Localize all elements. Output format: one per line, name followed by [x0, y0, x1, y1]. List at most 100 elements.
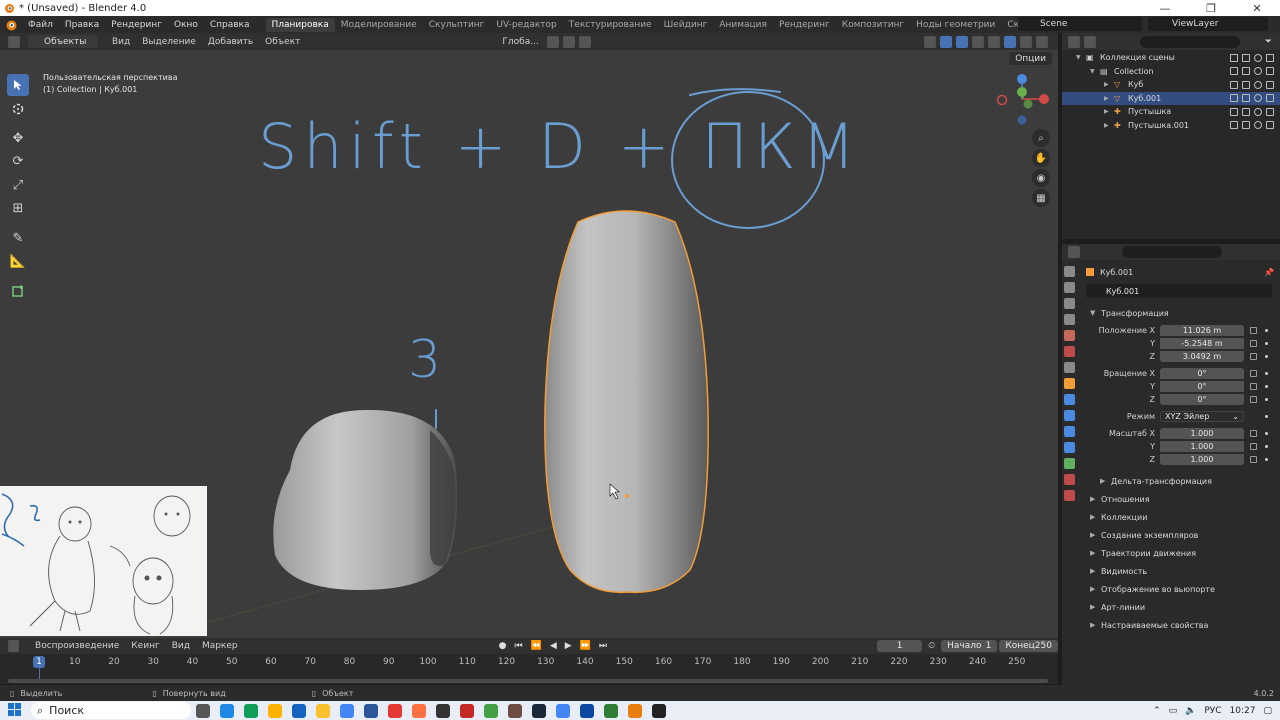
properties-editor-icon[interactable] [1068, 246, 1080, 258]
word-icon[interactable] [364, 703, 378, 718]
collection-tab-icon[interactable] [1063, 362, 1075, 373]
timeline-ruler[interactable]: 1 10 20 30 40 50 60 70 80 90 100 110 120 130 140 150 16… [0, 654, 1058, 684]
tab-layout[interactable]: Планировка [265, 17, 335, 32]
mail-icon[interactable] [292, 703, 306, 718]
render-tab-icon[interactable] [1063, 282, 1075, 293]
gizmo-icon[interactable] [940, 35, 952, 48]
texture-tab-icon[interactable] [1063, 490, 1075, 501]
checkbox-icon[interactable] [1230, 121, 1238, 130]
particles-tab-icon[interactable] [1063, 410, 1075, 421]
location-y-field[interactable]: -5.2548 m [1160, 338, 1244, 349]
end-frame-field[interactable]: Конец 250 [999, 640, 1058, 652]
outliner-search-input[interactable] [1140, 35, 1240, 48]
checkbox-icon[interactable] [1230, 80, 1238, 89]
xray-icon[interactable] [972, 35, 984, 48]
lock-icon[interactable] [1250, 340, 1257, 347]
properties-search-input[interactable] [1122, 246, 1222, 258]
chevron-right-icon[interactable]: ▶ [1104, 122, 1114, 129]
prev-key-icon[interactable]: ⏪ [531, 641, 542, 651]
add-cube-tool-icon[interactable] [7, 280, 29, 302]
rotate-tool-icon[interactable]: ⟳ [7, 151, 29, 173]
keyframe-dot-icon[interactable] [1265, 415, 1268, 418]
delta-transform-section[interactable]: ▶ Дельта-трансформация [1080, 472, 1280, 490]
property-section-header[interactable]: ▶ Создание экземпляров [1080, 526, 1280, 544]
location-x-field[interactable]: 11.026 m [1160, 325, 1244, 336]
maximize-button[interactable]: ❐ [1188, 0, 1234, 16]
rendered-shading-icon[interactable] [1036, 35, 1048, 48]
tab-compositing[interactable]: Композитинг [836, 18, 910, 32]
output-tab-icon[interactable] [1063, 298, 1075, 309]
rotation-x-field[interactable]: 0° [1160, 368, 1244, 379]
camera-icon[interactable] [1266, 94, 1274, 103]
menu-edit[interactable]: Правка [59, 20, 105, 30]
keyframe-dot-icon[interactable] [1265, 385, 1268, 388]
blender-task-icon[interactable] [628, 703, 642, 718]
camera-icon[interactable] [1266, 53, 1274, 62]
lock-icon[interactable] [1250, 396, 1257, 403]
select-arrow-icon[interactable] [1242, 80, 1250, 89]
pivot-icon[interactable] [546, 35, 559, 48]
menu-object[interactable]: Объект [259, 37, 306, 47]
material-shading-icon[interactable] [1020, 35, 1032, 48]
modifier-tab-icon[interactable] [1063, 394, 1075, 405]
menu-select[interactable]: Выделение [136, 37, 202, 47]
pan-hand-icon[interactable]: ✋ [1032, 149, 1050, 167]
start-frame-field[interactable]: Начало 1 [941, 640, 998, 652]
play-icon[interactable]: ▶ [565, 641, 572, 651]
snap-icon[interactable] [562, 35, 575, 48]
app-red-icon[interactable] [460, 703, 474, 718]
outliner-row[interactable]: ▶ ▽ Куб [1062, 78, 1280, 92]
outliner-row[interactable]: ▶ ✚ Пустышка.001 [1062, 119, 1280, 133]
next-key-icon[interactable]: ⏩ [580, 641, 591, 651]
physics-tab-icon[interactable] [1063, 426, 1075, 437]
viewlayer-selector[interactable]: ViewLayer [1148, 17, 1268, 31]
pin-icon[interactable]: 📌 [1264, 268, 1274, 277]
zoom-icon[interactable]: ⌕ [1032, 129, 1050, 147]
playhead[interactable]: 1 [33, 656, 45, 668]
chevron-down-icon[interactable]: ▼ [1090, 68, 1100, 75]
edge-icon[interactable] [244, 703, 258, 718]
navigation-gizmo[interactable] [995, 72, 1055, 132]
volume-icon[interactable]: 🔈 [1185, 706, 1196, 716]
jump-end-icon[interactable]: ⏭ [599, 641, 607, 651]
menu-marker[interactable]: Маркер [196, 641, 244, 651]
camera-icon[interactable] [1266, 121, 1274, 130]
eye-icon[interactable] [1254, 80, 1262, 89]
chrome-2-icon[interactable] [556, 703, 570, 718]
outliner-row[interactable]: ▼ ▣ Коллекция сцены [1062, 51, 1280, 65]
scale-x-field[interactable]: 1.000 [1160, 428, 1244, 439]
folder-icon[interactable] [316, 703, 330, 718]
object-tab-icon[interactable] [1063, 378, 1075, 389]
timeline-scrollbar[interactable] [8, 679, 1048, 683]
notifications-icon[interactable]: ▢ [1263, 706, 1272, 716]
chevron-down-icon[interactable]: ▼ [1076, 54, 1086, 61]
lock-icon[interactable] [1250, 370, 1257, 377]
select-arrow-icon[interactable] [1242, 121, 1250, 130]
property-section-header[interactable]: ▶ Настраиваемые свойства [1080, 616, 1280, 634]
menu-help[interactable]: Справка [204, 20, 256, 30]
desktop-icon[interactable] [220, 703, 234, 718]
scale-y-field[interactable]: 1.000 [1160, 441, 1244, 452]
blender-menu-icon[interactable] [4, 18, 18, 32]
rotation-z-field[interactable]: 0° [1160, 394, 1244, 405]
minimize-button[interactable]: — [1142, 0, 1188, 16]
move-tool-icon[interactable]: ✥ [7, 127, 29, 149]
jump-start-icon[interactable]: ⏮ [514, 641, 522, 651]
play-reverse-icon[interactable]: ◀ [550, 641, 557, 651]
outliner-row[interactable]: ▶ ▽ Куб.001 [1062, 91, 1280, 105]
timeline-editor-icon[interactable] [8, 640, 20, 652]
material-tab-icon[interactable] [1063, 474, 1075, 485]
app-green-icon[interactable] [484, 703, 498, 718]
menu-playback[interactable]: Воспроизведение [29, 641, 125, 651]
lock-icon[interactable] [1250, 430, 1257, 437]
rotation-mode-select[interactable]: XYZ Эйлер ⌄ [1160, 411, 1244, 422]
tab-texture-paint[interactable]: Текстурирование [563, 18, 658, 32]
constraints-tab-icon[interactable] [1063, 442, 1075, 453]
tab-shading[interactable]: Шейдинг [658, 18, 714, 32]
tab-sculpting[interactable]: Скульптинг [423, 18, 491, 32]
location-z-field[interactable]: 3.0492 m [1160, 351, 1244, 362]
proportional-edit-icon[interactable] [578, 35, 591, 48]
menu-keying[interactable]: Кеинг [125, 641, 165, 651]
wireframe-shading-icon[interactable] [988, 35, 1000, 48]
object-name-field[interactable]: Куб.001 [1086, 284, 1272, 298]
